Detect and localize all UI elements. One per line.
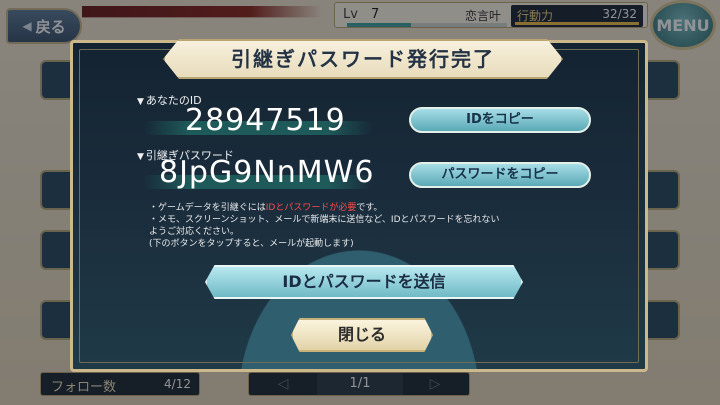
- triangle-bullet-icon: ▼: [137, 97, 144, 107]
- copy-password-button[interactable]: パスワードをコピー: [409, 162, 591, 188]
- note-line-3: ようご対応ください。: [149, 227, 240, 237]
- id-value: 28947519: [185, 103, 346, 138]
- note-line-1-suffix: です。: [356, 203, 383, 213]
- copy-id-button[interactable]: IDをコピー: [409, 107, 591, 133]
- note-line-2: ・メモ、スクリーンショット、メールで新端末に送信など、IDとパスワードを忘れない: [149, 215, 500, 225]
- dialog-title: 引継ぎパスワード発行完了: [163, 39, 563, 79]
- close-button[interactable]: 閉じる: [291, 318, 433, 352]
- note-line-1: ・ゲームデータを引継ぐにはIDとパスワードが必要です。: [149, 202, 589, 214]
- password-value: 8JpG9NnMW6: [159, 155, 375, 190]
- note-line-1-prefix: ・ゲームデータを引継ぐには: [149, 203, 266, 213]
- triangle-bullet-icon: ▼: [137, 152, 144, 162]
- note-highlight: IDとパスワードが必要: [265, 203, 357, 213]
- password-issued-dialog: 引継ぎパスワード発行完了 ▼ あなたのID 28947519 IDをコピー ▼ 引継…: [70, 39, 648, 372]
- send-id-password-button[interactable]: IDとパスワードを送信: [205, 265, 523, 299]
- note-line-4: (下のボタンをタップすると、メールが起動します): [149, 239, 354, 249]
- instructions-text: ・ゲームデータを引継ぐにはIDとパスワードが必要です。 ・メモ、スクリーンショッ…: [149, 202, 589, 250]
